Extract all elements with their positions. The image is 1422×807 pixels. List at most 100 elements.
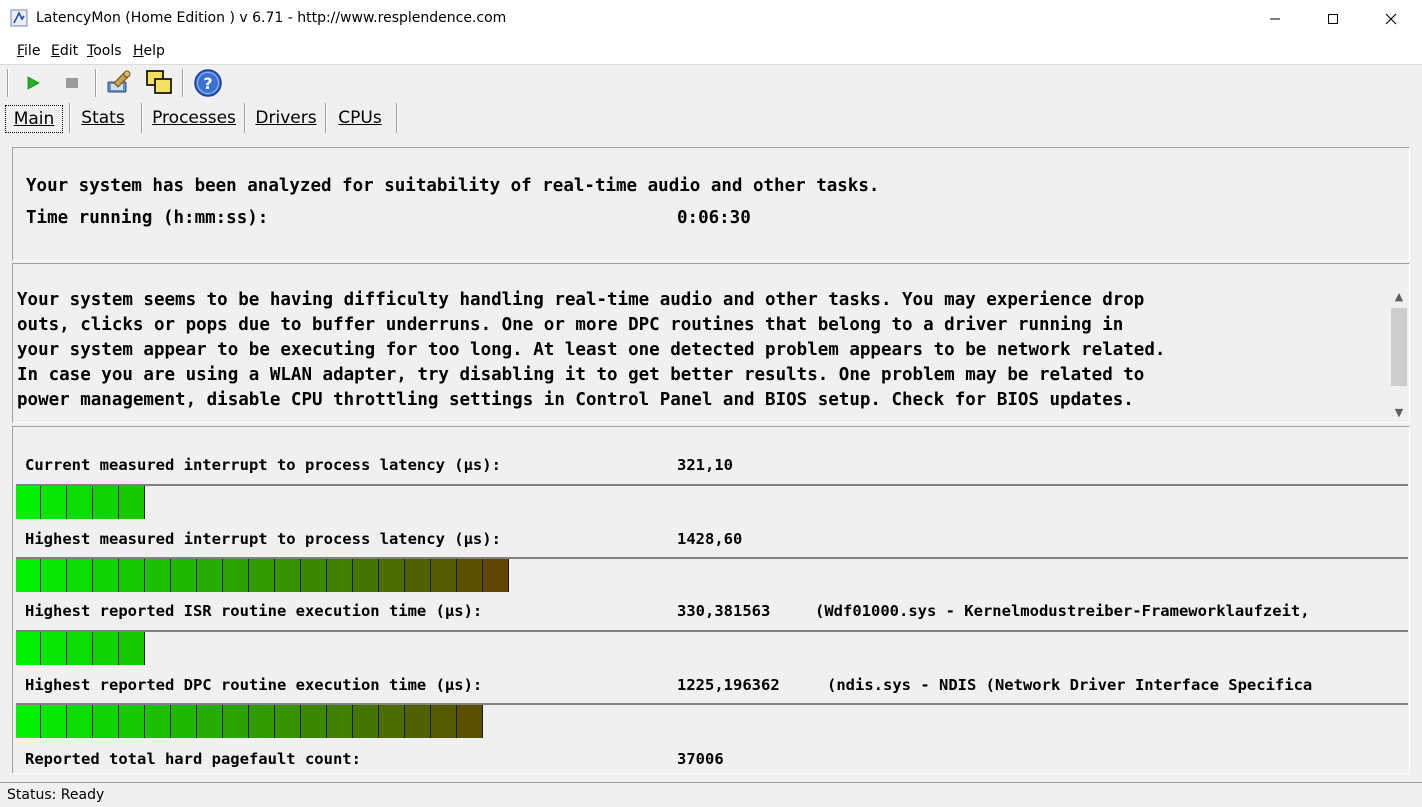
menu-file[interactable]: File: [17, 43, 40, 59]
bar-segment: [275, 705, 301, 738]
tab-main[interactable]: Main: [5, 105, 63, 133]
bar-segment: [353, 705, 379, 738]
help-button[interactable]: ?: [193, 68, 223, 98]
bar-segment: [249, 705, 275, 738]
menu-tools[interactable]: Tools: [87, 43, 122, 59]
metric-driver: (ndis.sys - NDIS (Network Driver Interfa…: [827, 676, 1313, 694]
bar-segment: [41, 705, 67, 738]
metric-value: 321,10: [677, 456, 733, 474]
time-running-label: Time running (h:mm:ss):: [26, 208, 269, 228]
maximize-button[interactable]: [1304, 0, 1362, 38]
bar-segment: [171, 559, 197, 592]
latency-bar: [16, 703, 1408, 738]
status-bar: Status: Ready: [0, 782, 1422, 807]
metric-label: Highest reported ISR routine execution t…: [25, 602, 483, 620]
tab-processes[interactable]: Processes: [150, 105, 238, 131]
bar-segment: [93, 632, 119, 665]
bar-segment: [483, 559, 509, 592]
bar-segment: [405, 705, 431, 738]
bar-segment: [353, 559, 379, 592]
bar-segment: [119, 705, 145, 738]
metric-label: Reported total hard pagefault count:: [25, 750, 361, 768]
tab-strip: Main Stats Processes Drivers CPUs: [0, 101, 1422, 135]
bar-segment: [301, 559, 327, 592]
bar-segment: [16, 559, 41, 592]
bar-segment: [327, 559, 353, 592]
bar-segment: [67, 559, 93, 592]
stop-icon: [66, 78, 78, 88]
bar-segment: [223, 705, 249, 738]
bar-segment: [119, 559, 145, 592]
latency-bar: [16, 557, 1408, 592]
close-button[interactable]: [1362, 0, 1420, 38]
minimize-button[interactable]: [1246, 0, 1304, 38]
bar-segment: [249, 559, 275, 592]
bar-segment: [16, 486, 41, 519]
metrics-panel: Current measured interrupt to process la…: [12, 426, 1410, 774]
metric-label: Highest measured interrupt to process la…: [25, 530, 501, 548]
metric-value: 1225,196362: [677, 676, 780, 694]
bar-segment: [145, 559, 171, 592]
tab-separator: [325, 103, 327, 133]
tab-cpus[interactable]: CPUs: [333, 105, 387, 131]
conclusion-scrollbar[interactable]: ▲ ▼: [1389, 288, 1409, 422]
bar-segment: [197, 559, 223, 592]
bar-segment: [379, 559, 405, 592]
play-icon: [27, 76, 40, 90]
toolbar-separator: [95, 69, 97, 97]
tab-stats[interactable]: Stats: [76, 105, 130, 131]
time-running-value: 0:06:30: [677, 208, 751, 228]
bar-segment: [41, 559, 67, 592]
bar-segment: [93, 705, 119, 738]
bar-segment: [301, 705, 327, 738]
conclusion-panel: Your system seems to be having difficult…: [12, 263, 1410, 423]
bar-segment: [16, 705, 41, 738]
scroll-thumb[interactable]: [1391, 308, 1407, 386]
bar-segment: [67, 632, 93, 665]
status-text: Status: Ready: [7, 787, 105, 803]
windows-button[interactable]: [144, 68, 174, 98]
window-title: LatencyMon (Home Edition ) v 6.71 - http…: [36, 10, 507, 26]
bar-segment: [431, 559, 457, 592]
menu-help[interactable]: Help: [133, 43, 165, 59]
bar-segment: [16, 632, 41, 665]
latencymon-app-icon: [10, 9, 28, 27]
maximize-icon: [1328, 14, 1338, 24]
title-bar: LatencyMon (Home Edition ) v 6.71 - http…: [0, 0, 1422, 38]
bar-segment: [457, 705, 483, 738]
bar-segment: [119, 486, 145, 519]
tab-separator: [69, 103, 71, 133]
bar-segment: [67, 486, 93, 519]
latency-bar-fill: [16, 486, 145, 519]
latency-bar-fill: [16, 632, 145, 665]
conclusion-text: Your system seems to be having difficult…: [17, 290, 1166, 410]
bar-segment: [223, 559, 249, 592]
toolbar: ?: [0, 65, 1422, 101]
latency-bar-fill: [16, 705, 483, 738]
menu-bar: File Edit Tools Help: [0, 38, 1422, 65]
start-button[interactable]: [18, 68, 48, 98]
scroll-up-icon[interactable]: ▲: [1389, 288, 1409, 306]
bar-segment: [431, 705, 457, 738]
tab-separator: [244, 103, 246, 133]
tools-button[interactable]: [104, 68, 134, 98]
bar-segment: [327, 705, 353, 738]
metric-value: 1428,60: [677, 530, 743, 548]
bar-segment: [457, 559, 483, 592]
stop-button[interactable]: [57, 68, 87, 98]
bar-segment: [197, 705, 223, 738]
bar-segment: [93, 559, 119, 592]
bar-segment: [119, 632, 145, 665]
help-icon: ?: [194, 69, 222, 97]
bar-segment: [41, 486, 67, 519]
bar-segment: [41, 632, 67, 665]
bar-segment: [275, 559, 301, 592]
latency-bar: [16, 484, 1408, 519]
wrench-icon: [107, 70, 131, 93]
tab-drivers[interactable]: Drivers: [252, 105, 320, 131]
bar-segment: [67, 705, 93, 738]
scroll-down-icon[interactable]: ▼: [1389, 404, 1409, 422]
menu-edit[interactable]: Edit: [51, 43, 78, 59]
latency-bar: [16, 630, 1408, 665]
windows-icon: [146, 70, 172, 94]
